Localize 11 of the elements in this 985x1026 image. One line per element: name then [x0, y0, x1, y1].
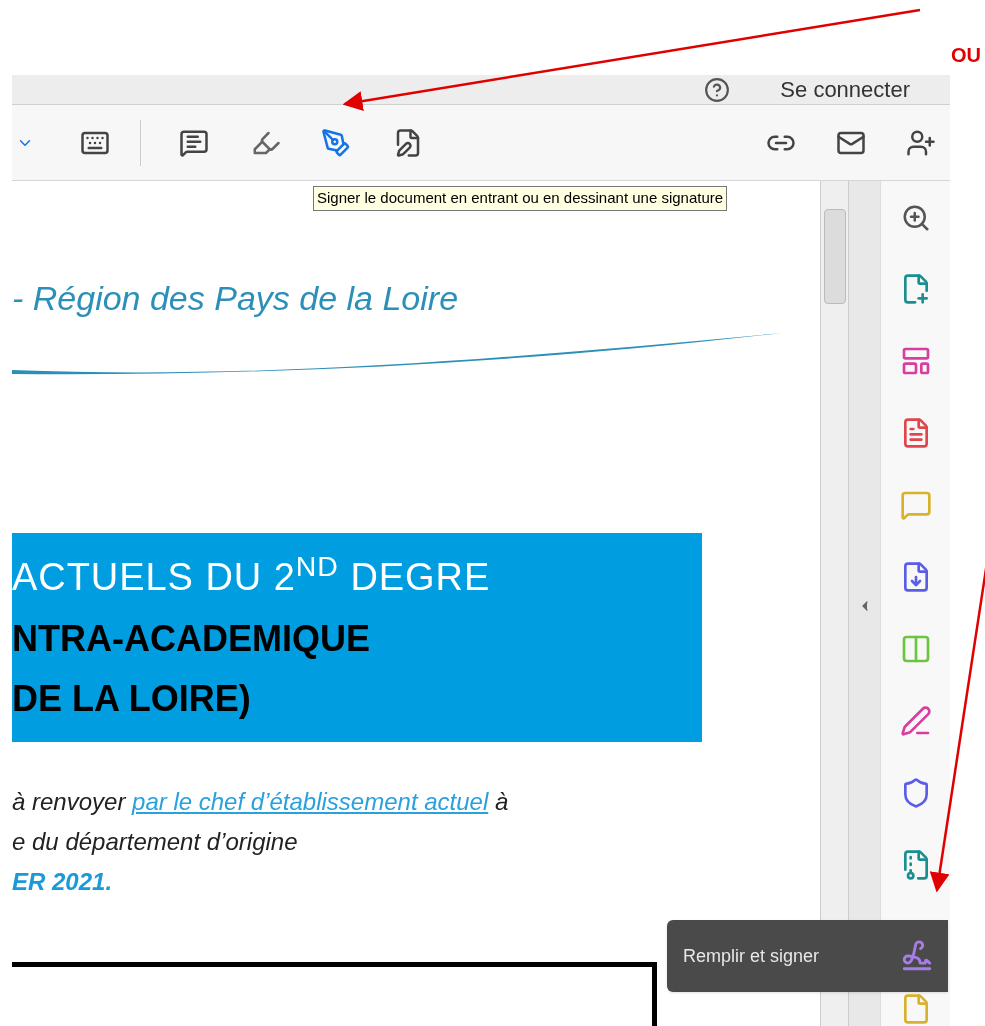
instruction-text: à renvoyer par le chef d’établissement actuel à — [12, 787, 510, 817]
banner-title: NTRA-ACADEMIQUE — [12, 617, 371, 661]
instruction-text: e du département d’origine — [12, 827, 299, 857]
banner-title: ACTUELS DU 2$^{ND}$ DEGRE — [12, 549, 492, 600]
region-heading: - Région des Pays de la Loire — [12, 278, 460, 319]
sign-in-link[interactable]: Se connecter — [780, 73, 910, 106]
tooltip-text: Remplir et signer — [683, 944, 820, 968]
deadline-text: ER 2021. — [12, 867, 114, 897]
annotation-label: OU — [951, 43, 981, 68]
banner-title: DE LA LOIRE) — [12, 677, 252, 721]
tooltip: Signer le document en entrant ou en dessinant une signature — [313, 186, 728, 211]
